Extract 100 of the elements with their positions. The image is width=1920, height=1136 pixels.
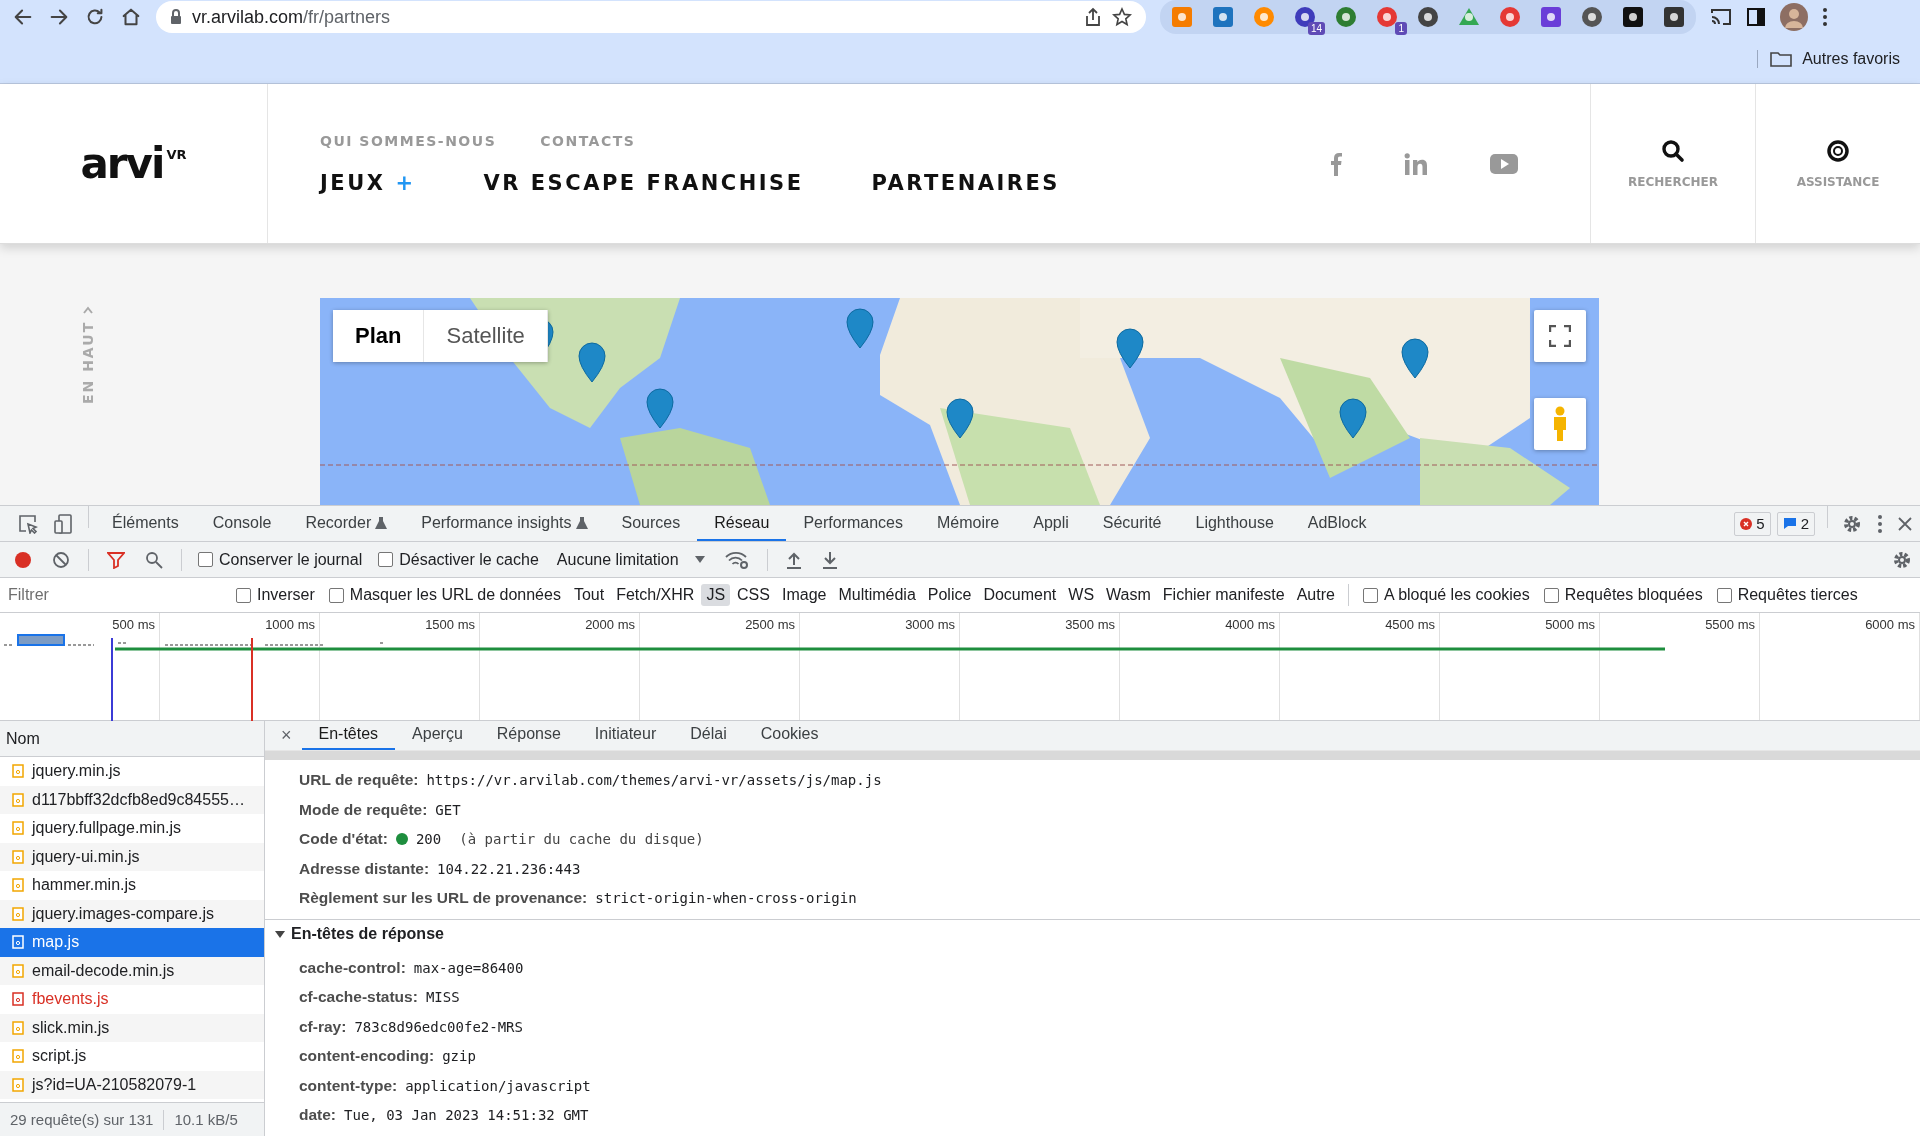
- devtools-tab[interactable]: Appli: [1016, 506, 1086, 541]
- details-tab[interactable]: Cookies: [743, 721, 836, 750]
- type-filter-button[interactable]: Wasm: [1101, 584, 1156, 606]
- header-row-text: content-type: application/javascript: [298, 1075, 592, 1096]
- checkbox-box[interactable]: [236, 587, 251, 603]
- request-row[interactable]: jquery-ui.min.js: [0, 842, 264, 871]
- map-type-button[interactable]: Plan: [333, 310, 425, 362]
- tick-label: 4500 ms: [1385, 617, 1435, 634]
- main-nav-link[interactable]: VR ESCAPE FRANCHISE: [483, 170, 804, 195]
- fullscreen-button[interactable]: [1534, 310, 1586, 362]
- tick-label: 2500 ms: [745, 617, 795, 634]
- tick-label: 3500 ms: [1065, 617, 1115, 634]
- lifebuoy-icon: [1826, 138, 1850, 163]
- linkedin-icon[interactable]: [1404, 152, 1428, 175]
- type-filter-button[interactable]: Document: [978, 584, 1062, 606]
- checkbox[interactable]: Désactiver le cache: [372, 550, 545, 569]
- type-filter-button[interactable]: Police: [922, 584, 977, 606]
- script-file-icon: [12, 1077, 24, 1092]
- request-row[interactable]: d117bbff32dcfb8ed9c84555…: [0, 785, 264, 814]
- header-row-text: Règlement sur les URL de provenance: strict-origin-when-cross-origin: [298, 888, 858, 909]
- person-icon: [1551, 406, 1569, 442]
- checkbox[interactable]: Inverser: [230, 586, 321, 604]
- details-tab[interactable]: Initiateur: [577, 721, 674, 750]
- devtools-tab[interactable]: Performances: [786, 506, 920, 541]
- type-filter-button[interactable]: Image: [776, 584, 832, 606]
- bookmark-folder[interactable]: Autres favoris: [1757, 49, 1900, 68]
- menu-icon[interactable]: [1822, 7, 1828, 27]
- header-row-text: Code d'état: 200 (à partir du cache du disque): [298, 829, 705, 850]
- settings-icon: [1892, 549, 1912, 570]
- address-bar[interactable]: vr.arvilab.com/fr/partners: [156, 1, 1146, 33]
- main-nav-link[interactable]: JEUX +: [320, 170, 416, 195]
- throttling-select[interactable]: Aucune limitation: [548, 550, 713, 569]
- devtools-tab[interactable]: Performance insights: [404, 506, 605, 541]
- devtools-tab[interactable]: Mémoire: [919, 506, 1017, 541]
- download-icon: [821, 550, 838, 569]
- type-filter-button[interactable]: Fichier manifeste: [1157, 584, 1290, 606]
- devtools-tab[interactable]: AdBlock: [1290, 506, 1384, 541]
- script-file-icon: [12, 963, 24, 978]
- checkbox-box[interactable]: [328, 587, 344, 603]
- transfer-size: 10.1 kB/5: [173, 1111, 239, 1128]
- type-filter-button[interactable]: JS: [701, 584, 731, 606]
- message-count[interactable]: 2: [1776, 511, 1815, 536]
- type-filter-button[interactable]: CSS: [732, 584, 775, 606]
- error-count[interactable]: 5: [1734, 511, 1771, 536]
- youtube-icon[interactable]: [1490, 153, 1518, 174]
- header-row-text: date: Tue, 03 Jan 2023 14:51:32 GMT: [298, 1105, 590, 1126]
- devtools-tab[interactable]: Éléments: [95, 506, 196, 541]
- home-icon[interactable]: [120, 6, 142, 28]
- column-header[interactable]: Nom: [0, 721, 264, 757]
- checkbox-box[interactable]: [1543, 587, 1559, 603]
- star-icon[interactable]: [1112, 7, 1132, 27]
- main-nav-link[interactable]: PARTENAIRES: [871, 170, 1060, 195]
- details-tab[interactable]: Aperçu: [395, 721, 480, 750]
- details-tab[interactable]: Réponse: [479, 721, 578, 750]
- checkbox-box[interactable]: [378, 552, 394, 567]
- devtools-tab[interactable]: Console: [195, 506, 289, 541]
- map-type-button[interactable]: Satellite: [424, 310, 548, 362]
- type-filter-button[interactable]: Fetch/XHR: [611, 584, 700, 606]
- request-row[interactable]: jquery.images-compare.js: [0, 899, 264, 928]
- checkbox[interactable]: A bloqué les cookies: [1356, 586, 1536, 604]
- request-count: 29 requête(s) sur 131: [9, 1111, 155, 1128]
- details-tab[interactable]: Délai: [673, 721, 744, 750]
- devtools-tab[interactable]: Sécurité: [1085, 506, 1179, 541]
- url-text: vr.arvilab.com/fr/partners: [192, 6, 392, 28]
- header-row-text: Adresse distante: 104.22.21.236:443: [298, 858, 582, 879]
- request-row[interactable]: slick.min.js: [0, 1013, 264, 1042]
- share-icon[interactable]: [1084, 7, 1102, 27]
- checkbox-box[interactable]: [198, 552, 213, 567]
- type-filter-button[interactable]: Tout: [568, 584, 610, 606]
- cast-icon[interactable]: [1710, 7, 1732, 27]
- request-row[interactable]: email-decode.min.js: [0, 956, 264, 985]
- close-button[interactable]: ×: [271, 721, 302, 750]
- script-file-icon: [12, 935, 24, 950]
- request-row[interactable]: map.js: [0, 928, 264, 957]
- error-icon: [1740, 517, 1753, 530]
- checkbox[interactable]: Requêtes tierces: [1710, 586, 1864, 604]
- checkbox[interactable]: Conserver le journal: [192, 550, 369, 569]
- side-panel-icon[interactable]: [1746, 7, 1766, 27]
- devtools-tab[interactable]: Sources: [604, 506, 698, 541]
- facebook-icon[interactable]: [1330, 151, 1342, 176]
- script-file-icon: [12, 764, 24, 779]
- request-row[interactable]: js?id=UA-210582079-1: [0, 1070, 264, 1099]
- checkbox[interactable]: Masquer les URL de données: [322, 586, 567, 604]
- tick-label: 1500 ms: [425, 617, 475, 634]
- header-row-text: content-encoding: gzip: [298, 1046, 477, 1067]
- script-file-icon: [12, 1020, 24, 1035]
- fullscreen-icon: [1549, 325, 1571, 347]
- checkbox[interactable]: Requêtes bloquées: [1537, 586, 1709, 604]
- checkbox-box[interactable]: [1362, 587, 1378, 603]
- tick-label: 5500 ms: [1705, 617, 1755, 634]
- type-filter-button[interactable]: Autre: [1291, 584, 1340, 606]
- close-icon: [1898, 516, 1912, 531]
- avatar-icon[interactable]: [1780, 3, 1808, 31]
- type-filter-button[interactable]: WS: [1063, 584, 1100, 606]
- type-filter-button[interactable]: Multimédia: [833, 584, 921, 606]
- devtools-tab[interactable]: Recorder: [288, 506, 405, 541]
- script-file-icon: [12, 849, 24, 864]
- devtools-tab[interactable]: Lighthouse: [1178, 506, 1291, 541]
- checkbox-box[interactable]: [1716, 587, 1732, 603]
- header-row-text: Mode de requête: GET: [298, 799, 462, 820]
